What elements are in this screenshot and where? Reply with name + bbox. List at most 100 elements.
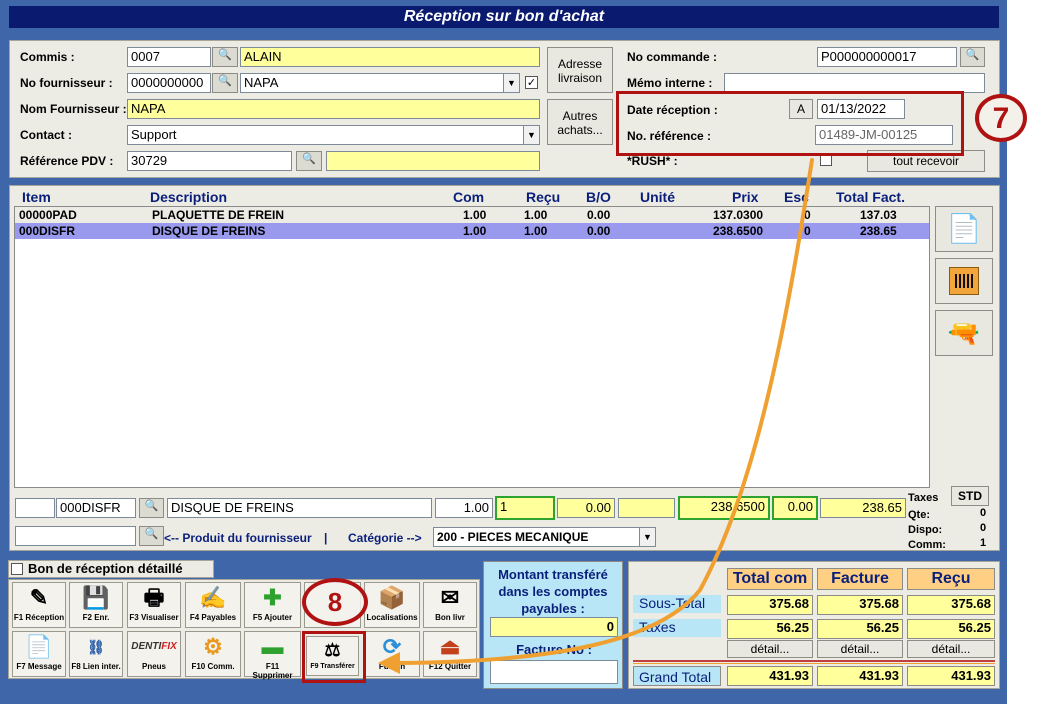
chevron-down-icon[interactable]: ▼ (523, 126, 539, 144)
f3-visualiser-button[interactable]: 🖶 F3 Visualiser (127, 582, 181, 628)
lookup-icon: 🔍 (218, 75, 232, 87)
col-prix[interactable]: Prix (732, 189, 758, 205)
col-description[interactable]: Description (150, 189, 227, 205)
lookup-icon: 🔍 (302, 153, 316, 165)
fournisseur-lookup-button[interactable]: 🔍 (212, 73, 238, 93)
detail-facture-button[interactable]: détail... (817, 640, 903, 658)
barcode-button[interactable] (935, 258, 993, 304)
f5-ajouter-button[interactable]: ✚ F5 Ajouter (244, 582, 301, 628)
nom-fournisseur-label: Nom Fournisseur : (20, 102, 127, 116)
fournisseur-product-lookup-button[interactable]: 🔍 (139, 526, 164, 546)
edit-prix-field[interactable]: 238.6500 (678, 496, 770, 520)
chevron-down-icon[interactable]: ▼ (639, 528, 655, 546)
commis-code-field[interactable]: 0007 (127, 47, 211, 67)
row-com: 1.00 (463, 208, 487, 222)
f7-message-button[interactable]: 📄 F7 Message (12, 631, 66, 677)
gear-icon: ⚙ (203, 634, 223, 659)
recu-header: Reçu (907, 568, 995, 590)
bon-livr-button[interactable]: ✉ Bon livr (423, 582, 477, 628)
edit-item-field[interactable]: 000DISFR (56, 498, 136, 518)
lookup-icon: 🔍 (218, 49, 232, 61)
table-row-selected[interactable]: 000DISFR DISQUE DE FREINS 1.00 1.00 0.00… (15, 223, 929, 239)
f4-payables-button[interactable]: ✍ F4 Payables (185, 582, 241, 628)
edit-total-field[interactable]: 238.65 (820, 498, 906, 518)
chevron-down-icon[interactable]: ▼ (503, 74, 519, 92)
f12-quitter-button[interactable]: ⏏ F12 Quitter (423, 631, 477, 677)
lookup-icon: 🔍 (144, 528, 159, 540)
edit-esc-field[interactable]: 0.00 (772, 496, 818, 520)
autres-achats-button[interactable]: Autres achats... (547, 99, 613, 145)
row-com: 1.00 (463, 224, 487, 238)
adresse-livraison-button[interactable]: Adresse livraison (547, 47, 613, 93)
f2-enregistrer-button[interactable]: 💾 F2 Enr. (69, 582, 123, 628)
f10-comm-button[interactable]: ⚙ F10 Comm. (185, 631, 241, 677)
fournisseur-product-field[interactable] (15, 526, 136, 546)
edit-recu-field[interactable]: 1 (495, 496, 555, 520)
std-button[interactable]: STD (951, 486, 989, 506)
col-esc[interactable]: Esc (784, 189, 809, 205)
document-button[interactable]: 📄 (935, 206, 993, 252)
row-recu: 1.00 (524, 224, 548, 238)
localisations-button[interactable]: 📦 Localisations (364, 582, 420, 628)
bon-detail-checkbox[interactable] (11, 563, 23, 575)
dispo-value: 0 (980, 522, 987, 534)
edit-com-field[interactable]: 1.00 (435, 498, 493, 518)
no-commande-lookup-button[interactable]: 🔍 (960, 47, 985, 67)
facture-no-field[interactable] (490, 660, 618, 684)
detail-com-button[interactable]: détail... (727, 640, 813, 658)
comm-value: 1 (980, 537, 987, 549)
f11-supprimer-button[interactable]: ▬ F11 Supprimer (244, 631, 301, 680)
scanner-icon: 🔫 (947, 318, 981, 348)
memo-field[interactable] (724, 73, 985, 93)
col-item[interactable]: Item (22, 189, 51, 205)
commis-lookup-button[interactable]: 🔍 (212, 47, 238, 67)
pneus-button[interactable]: DENTIFIX Pneus (127, 631, 181, 677)
table-row[interactable]: 00000PAD PLAQUETTE DE FREIN 1.00 1.00 0.… (15, 207, 929, 223)
sous-total-facture: 375.68 (817, 595, 903, 615)
pdv-extra-field[interactable] (326, 151, 540, 171)
edit-description-field[interactable]: DISQUE DE FREINS (167, 498, 432, 518)
grand-total-recu: 431.93 (907, 666, 995, 686)
edit-item-lookup-button[interactable]: 🔍 (139, 498, 164, 518)
sous-total-com: 375.68 (727, 595, 813, 615)
detail-recu-button[interactable]: détail... (907, 640, 995, 658)
facture-header: Facture (817, 568, 903, 590)
categorie-select[interactable]: 200 - PIECES MECANIQUE (433, 527, 656, 547)
grand-total-facture: 431.93 (817, 666, 903, 686)
row-prix: 238.6500 (713, 224, 764, 238)
col-total-fact[interactable]: Total Fact. (836, 189, 905, 205)
contact-select[interactable]: Support (127, 125, 540, 145)
row-item: 000DISFR (19, 224, 76, 238)
taxes-com: 56.25 (727, 619, 813, 639)
fournisseur-checkbox[interactable]: ✓ (525, 76, 538, 89)
items-grid[interactable] (14, 206, 930, 488)
totals-divider (633, 660, 995, 662)
fournisseur-name-select[interactable]: NAPA (240, 73, 520, 93)
scanner-button[interactable]: 🔫 (935, 310, 993, 356)
totals-divider-2 (633, 663, 995, 664)
f8-lien-inter-button[interactable]: ⛓ F8 Lien inter. (69, 631, 123, 677)
qte-value: 0 (980, 507, 987, 519)
f1-reception-button[interactable]: ✎ F1 Réception (12, 582, 66, 628)
edit-blank-field[interactable] (15, 498, 55, 518)
col-recu[interactable]: Reçu (526, 189, 560, 205)
col-unite[interactable]: Unité (640, 189, 675, 205)
edit-bo-field[interactable]: 0.00 (557, 498, 615, 518)
no-commande-field[interactable]: P000000000017 (817, 47, 957, 67)
col-com[interactable]: Com (453, 189, 484, 205)
edit-unite-field[interactable] (618, 498, 675, 518)
callout-seven: 7 (975, 94, 1027, 142)
facture-no-label: Facture No : (516, 642, 592, 657)
montant-label: Montant transféré dans les comptes payab… (498, 567, 608, 616)
fusion-button[interactable]: ⟳ Fusion (364, 631, 420, 677)
fournisseur-no-field[interactable]: 0000000000 (127, 73, 211, 93)
montant-value-field[interactable]: 0 (490, 617, 618, 637)
row-total: 238.65 (860, 224, 897, 238)
nom-fournisseur-field[interactable]: NAPA (127, 99, 540, 119)
pdv-field[interactable]: 30729 (127, 151, 292, 171)
commis-name-field[interactable]: ALAIN (240, 47, 540, 67)
col-bo[interactable]: B/O (586, 189, 611, 205)
row-esc: 0 (804, 208, 811, 222)
highlight-box-transferer (302, 631, 366, 683)
pdv-lookup-button[interactable]: 🔍 (296, 151, 322, 171)
